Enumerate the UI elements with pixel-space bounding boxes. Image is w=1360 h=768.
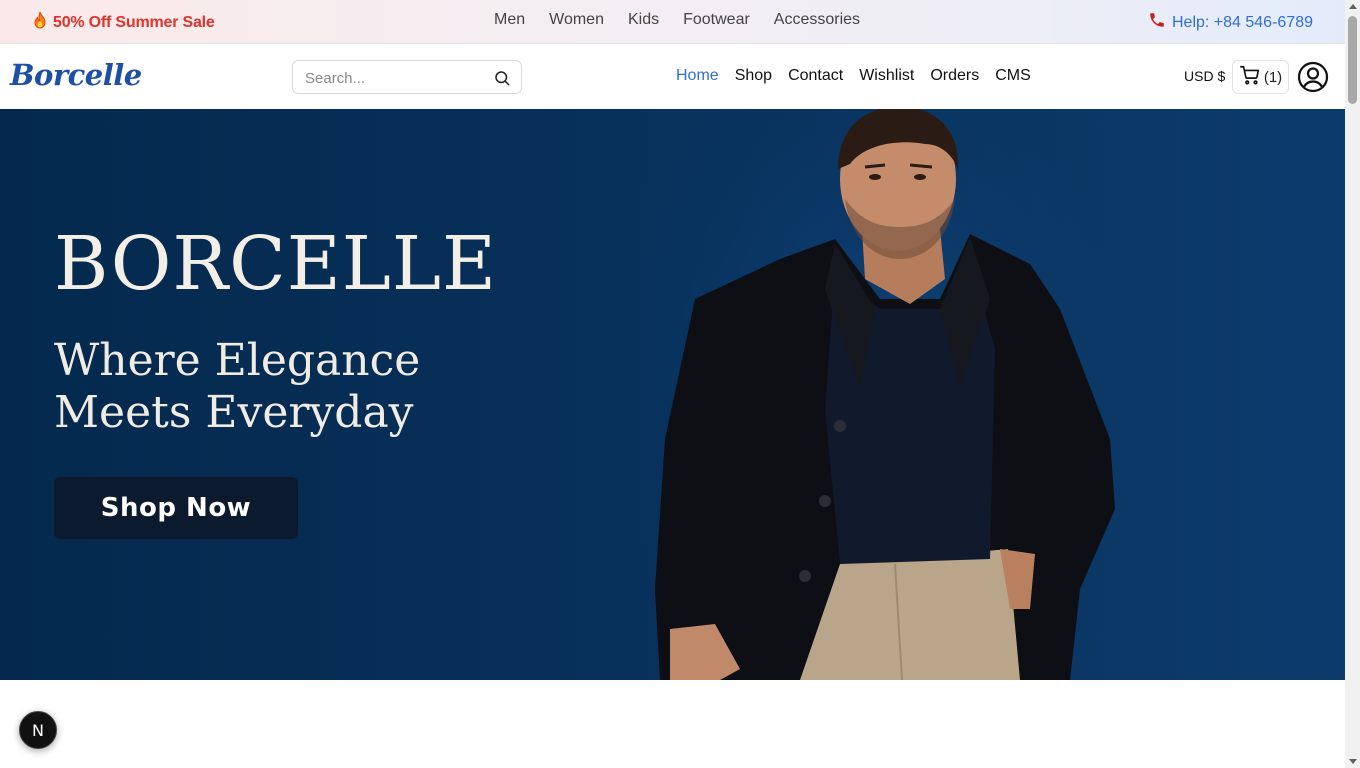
user-circle-icon[interactable] (1297, 61, 1329, 93)
main-header: Borcelle Home Shop Contact Wishlist Orde… (0, 44, 1345, 109)
promo-text: 50% Off Summer Sale (53, 13, 215, 31)
hero-model-image (640, 109, 1140, 680)
main-nav: Home Shop Contact Wishlist Orders CMS (676, 67, 1031, 85)
search-icon[interactable] (493, 69, 511, 87)
hero-tagline-line1: Where Elegance (54, 335, 421, 386)
nav-cms[interactable]: CMS (995, 67, 1031, 85)
nav-shop[interactable]: Shop (735, 67, 772, 85)
nav-home[interactable]: Home (676, 67, 719, 85)
phone-icon (1148, 11, 1166, 34)
currency-selector[interactable]: USD $ (1184, 68, 1225, 84)
hero-banner: BORCELLE Where Elegance Meets Everyday S… (0, 109, 1345, 680)
cart-icon (1239, 64, 1261, 91)
scrollbar-thumb[interactable] (1348, 16, 1357, 104)
nav-orders[interactable]: Orders (930, 67, 979, 85)
vertical-scrollbar[interactable] (1345, 0, 1360, 768)
search-input[interactable] (305, 67, 485, 89)
promo-bar: 50% Off Summer Sale Men Women Kids Footw… (0, 0, 1345, 44)
category-footwear[interactable]: Footwear (683, 11, 750, 29)
shop-now-button[interactable]: Shop Now (54, 477, 298, 539)
category-kids[interactable]: Kids (628, 11, 659, 29)
logo[interactable]: Borcelle (10, 58, 142, 92)
help-text: Help: +84 546-6789 (1172, 13, 1313, 31)
promo[interactable]: 50% Off Summer Sale (32, 11, 215, 34)
scroll-down-arrow-icon[interactable] (1349, 759, 1357, 764)
hero-tagline-line2: Meets Everyday (54, 387, 414, 438)
nav-wishlist[interactable]: Wishlist (859, 67, 914, 85)
search-box (292, 60, 522, 94)
hero-brand-title: BORCELLE (54, 221, 498, 307)
cart-button[interactable]: (1) (1232, 60, 1289, 94)
nextjs-dev-badge[interactable]: N (19, 711, 57, 749)
scroll-up-arrow-icon[interactable] (1349, 4, 1357, 9)
fire-icon (32, 11, 48, 34)
category-women[interactable]: Women (549, 11, 604, 29)
category-accessories[interactable]: Accessories (774, 11, 860, 29)
help-contact[interactable]: Help: +84 546-6789 (1148, 11, 1313, 34)
hero-tagline: Where Elegance Meets Everyday (54, 335, 574, 439)
category-nav: Men Women Kids Footwear Accessories (494, 11, 860, 29)
cart-count: (1) (1263, 68, 1283, 86)
nav-contact[interactable]: Contact (788, 67, 843, 85)
category-men[interactable]: Men (494, 11, 525, 29)
page: 50% Off Summer Sale Men Women Kids Footw… (0, 0, 1360, 768)
